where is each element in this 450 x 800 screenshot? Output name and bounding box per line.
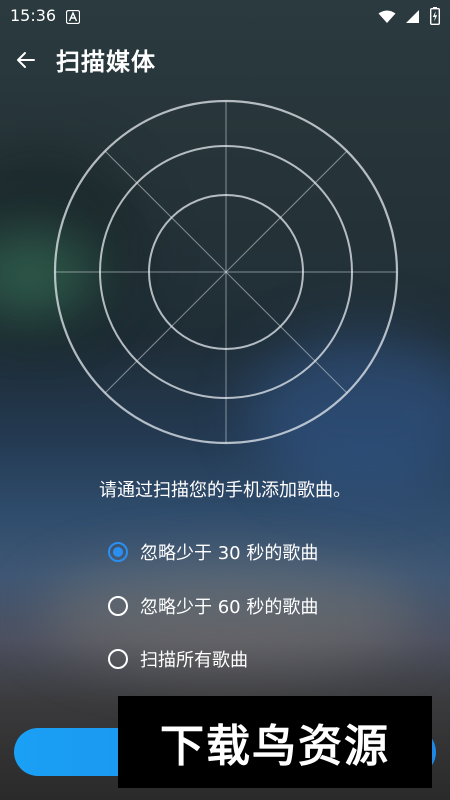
a-letter-icon	[65, 9, 81, 25]
option-label: 忽略少于 60 秒的歌曲	[140, 597, 319, 618]
watermark: 下载鸟资源	[118, 696, 432, 788]
page-title: 扫描媒体	[56, 48, 156, 76]
back-button[interactable]	[12, 46, 40, 74]
arrow-left-icon	[12, 52, 40, 78]
option-label: 扫描所有歌曲	[140, 650, 248, 671]
option-label: 忽略少于 30 秒的歌曲	[140, 543, 319, 564]
radio-button[interactable]	[108, 596, 128, 616]
status-bar: 15:36	[0, 0, 450, 32]
status-time: 15:36	[10, 6, 57, 25]
app-bar: 扫描媒体	[0, 38, 450, 82]
scan-media-screen: 15:36 扫描媒体 请通过扫描您的手机添加歌曲。 忽略少于 30 秒的歌曲 忽…	[0, 0, 450, 800]
status-icons	[378, 7, 441, 29]
option-ignore-60s[interactable]: 忽略少于 60 秒的歌曲	[108, 590, 388, 622]
option-scan-all[interactable]: 扫描所有歌曲	[108, 643, 388, 675]
battery-charging-icon	[429, 7, 441, 29]
radio-button-checked[interactable]	[108, 542, 128, 562]
watermark-text: 下载鸟资源	[160, 721, 390, 772]
radio-button[interactable]	[108, 649, 128, 669]
wifi-icon	[378, 9, 396, 28]
scan-description: 请通过扫描您的手机添加歌曲。	[99, 480, 351, 501]
radar-scanner-icon	[53, 99, 399, 445]
cell-signal-icon	[406, 9, 420, 28]
option-ignore-30s[interactable]: 忽略少于 30 秒的歌曲	[108, 536, 388, 568]
